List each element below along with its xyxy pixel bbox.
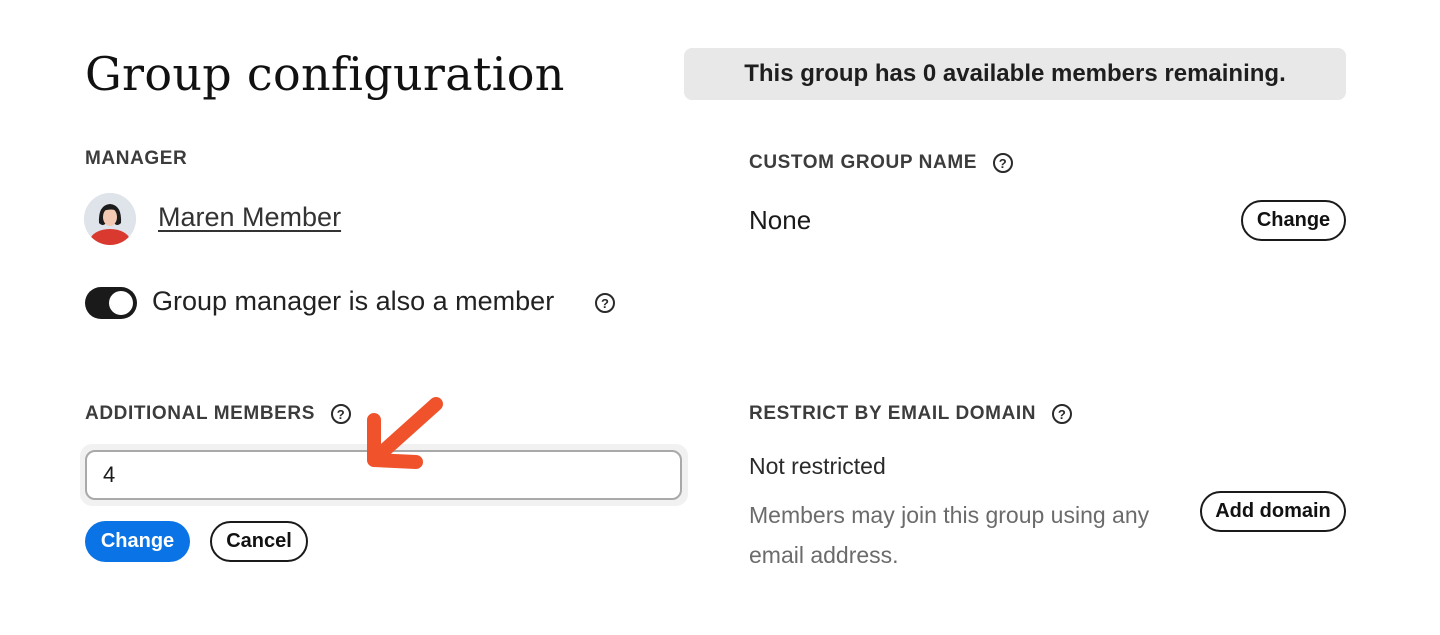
help-icon[interactable]: ? xyxy=(331,404,352,424)
additional-members-label-text: ADDITIONAL MEMBERS xyxy=(85,403,316,424)
add-domain-button[interactable]: Add domain xyxy=(1200,491,1346,532)
restrict-domain-description: Members may join this group using any em… xyxy=(749,502,1150,568)
toggle-knob xyxy=(109,291,133,315)
help-icon[interactable]: ? xyxy=(595,293,615,313)
custom-group-name-label: CUSTOM GROUP NAME ? xyxy=(749,152,1014,174)
manager-name-link[interactable]: Maren Member xyxy=(158,202,341,233)
also-member-toggle[interactable] xyxy=(85,287,137,319)
manager-label: MANAGER xyxy=(85,148,187,170)
avatar xyxy=(84,193,136,245)
change-members-button[interactable]: Change xyxy=(85,521,190,562)
members-remaining-banner: This group has 0 available members remai… xyxy=(684,48,1346,100)
restrict-domain-label: RESTRICT BY EMAIL DOMAIN ? xyxy=(749,403,1073,425)
annotation-arrow-icon xyxy=(367,397,443,469)
avatar-image xyxy=(84,193,136,245)
help-icon[interactable]: ? xyxy=(993,153,1014,173)
page-title: Group configuration xyxy=(85,47,565,101)
restrict-domain-label-text: RESTRICT BY EMAIL DOMAIN xyxy=(749,403,1037,424)
also-member-label: Group manager is also a member xyxy=(152,286,555,316)
cancel-button[interactable]: Cancel xyxy=(210,521,308,562)
manager-label-text: MANAGER xyxy=(85,148,188,169)
change-group-name-button[interactable]: Change xyxy=(1241,200,1346,241)
custom-group-name-value: None xyxy=(749,205,812,235)
restrict-domain-status: Not restricted xyxy=(749,453,886,479)
custom-group-name-label-text: CUSTOM GROUP NAME xyxy=(749,152,978,173)
help-icon[interactable]: ? xyxy=(1052,404,1073,424)
additional-members-label: ADDITIONAL MEMBERS ? xyxy=(85,403,352,425)
